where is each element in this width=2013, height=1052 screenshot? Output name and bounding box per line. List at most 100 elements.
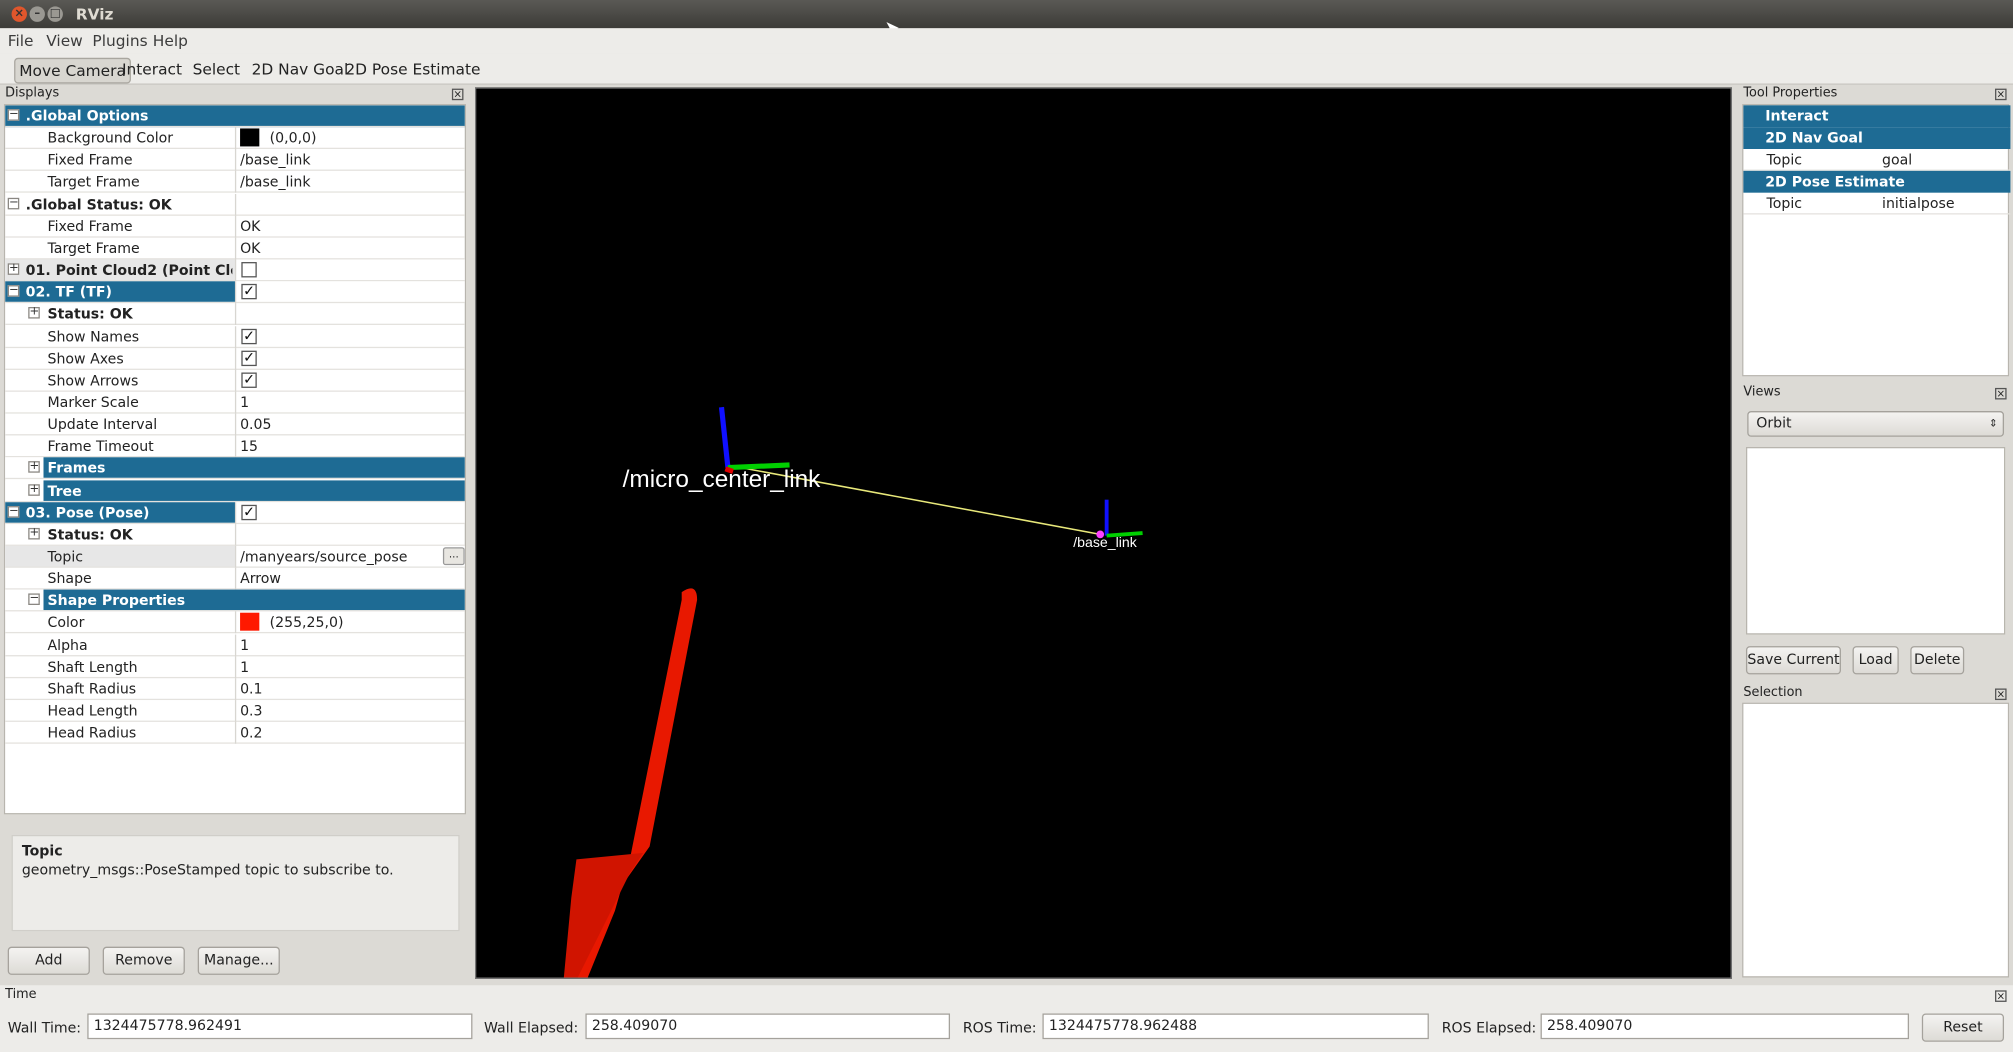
display-row-value[interactable]: 0.1 bbox=[240, 681, 262, 698]
ros-time-field[interactable]: 1324475778.962488 bbox=[1042, 1013, 1429, 1040]
tool-prop-row[interactable]: 2D Nav Goal bbox=[1743, 127, 2011, 150]
expand-icon[interactable]: + bbox=[28, 527, 40, 540]
tool-2d-nav-goal[interactable]: 2D Nav Goal bbox=[248, 58, 352, 84]
minimize-icon[interactable]: – bbox=[29, 6, 45, 22]
displays-close-icon[interactable]: × bbox=[451, 88, 464, 101]
display-row[interactable]: Fixed Frame/base_link bbox=[5, 149, 465, 172]
display-row-value[interactable]: 1 bbox=[240, 659, 249, 676]
display-row[interactable]: Shaft Radius 0.1 bbox=[5, 678, 465, 700]
collapse-icon[interactable]: − bbox=[7, 505, 20, 518]
collapse-icon[interactable]: − bbox=[7, 285, 20, 297]
selection-close-icon[interactable]: × bbox=[1995, 688, 2007, 701]
display-row[interactable]: − .Global Options bbox=[5, 105, 465, 128]
display-row[interactable]: Head Radius 0.2 bbox=[5, 722, 465, 744]
display-row-value[interactable]: 0.3 bbox=[240, 703, 262, 720]
display-row[interactable]: Show Axes ✓ bbox=[5, 347, 465, 370]
display-row-value[interactable]: 0.2 bbox=[240, 725, 262, 742]
delete-view-button[interactable]: Delete bbox=[1910, 646, 1965, 675]
maximize-icon[interactable]: □ bbox=[47, 6, 63, 22]
tool-prop-row[interactable]: Topic initialpose bbox=[1743, 193, 2011, 215]
display-row[interactable]: Background Color (0,0,0) bbox=[5, 127, 465, 150]
expand-icon[interactable]: + bbox=[28, 307, 40, 319]
close-icon[interactable]: × bbox=[11, 6, 27, 22]
display-row-value[interactable]: /base_link bbox=[240, 152, 310, 169]
checkbox[interactable]: ✓ bbox=[241, 284, 257, 300]
manage-displays-button[interactable]: Manage... bbox=[197, 946, 280, 975]
display-row[interactable]: − Shape Properties bbox=[5, 589, 465, 612]
display-row[interactable]: +01. Point Cloud2 (Point Cloud bbox=[5, 259, 465, 282]
display-row-value[interactable]: (255,25,0) bbox=[270, 615, 344, 632]
expand-icon[interactable]: + bbox=[7, 263, 20, 275]
checkbox[interactable]: ✓ bbox=[241, 350, 257, 366]
display-row-value[interactable]: 15 bbox=[240, 438, 258, 455]
display-row[interactable]: Target Frame OK bbox=[5, 237, 465, 260]
display-row[interactable]: + Frames bbox=[5, 457, 465, 480]
display-row[interactable]: + Status: OK bbox=[5, 523, 465, 546]
display-row[interactable]: − .Global Status: OK bbox=[5, 193, 465, 216]
display-row-value[interactable]: (0,0,0) bbox=[270, 130, 317, 147]
display-row-value[interactable]: 1 bbox=[240, 394, 249, 411]
display-row[interactable]: Update Interval 0.05 bbox=[5, 413, 465, 436]
menu-view[interactable]: View bbox=[46, 32, 83, 50]
display-row[interactable]: Frame Timeout 15 bbox=[5, 435, 465, 458]
remove-display-button[interactable]: Remove bbox=[102, 946, 185, 975]
checkbox[interactable]: ✓ bbox=[241, 328, 257, 344]
display-row-value[interactable]: OK bbox=[240, 240, 260, 257]
menu-file[interactable]: File bbox=[8, 32, 34, 50]
views-list[interactable] bbox=[1745, 447, 2006, 635]
menu-plugins[interactable]: Plugins bbox=[92, 32, 147, 50]
tool-prop-row[interactable]: Topic goal bbox=[1743, 149, 2011, 171]
collapse-icon[interactable]: − bbox=[28, 593, 40, 606]
display-row[interactable]: + Tree bbox=[5, 479, 465, 502]
checkbox[interactable] bbox=[241, 262, 257, 278]
display-row[interactable]: + Status: OK bbox=[5, 303, 465, 326]
display-row-value[interactable]: /base_link bbox=[240, 174, 310, 191]
collapse-icon[interactable]: − bbox=[7, 109, 20, 121]
display-row[interactable]: Shape Arrow bbox=[5, 567, 465, 590]
views-close-icon[interactable]: × bbox=[1995, 387, 2007, 400]
display-row-value[interactable]: Arrow bbox=[240, 570, 281, 587]
render-viewport[interactable]: /micro_center_link /base_link bbox=[475, 87, 1732, 979]
ros-elapsed-field[interactable]: 258.409070 bbox=[1540, 1013, 1910, 1040]
display-row[interactable]: Target Frame/base_link bbox=[5, 171, 465, 194]
display-row-value[interactable]: 0.05 bbox=[240, 416, 271, 433]
display-row[interactable]: Fixed Frame OK bbox=[5, 215, 465, 238]
tool-2d-pose-estimate[interactable]: 2D Pose Estimate bbox=[341, 58, 484, 84]
color-swatch[interactable] bbox=[240, 613, 260, 632]
expand-icon[interactable]: + bbox=[28, 461, 40, 474]
menu-help[interactable]: Help bbox=[153, 32, 188, 50]
time-close-icon[interactable]: × bbox=[1995, 990, 2007, 1002]
reset-time-button[interactable]: Reset bbox=[1921, 1013, 2005, 1042]
display-row-value[interactable]: OK bbox=[240, 218, 260, 235]
tool-move-camera[interactable]: Move Camera bbox=[14, 57, 132, 84]
display-row[interactable]: −02. TF (TF) ✓ bbox=[5, 281, 465, 304]
expand-icon[interactable]: + bbox=[28, 483, 40, 496]
display-row-value[interactable]: 1 bbox=[240, 637, 249, 654]
display-row[interactable]: −03. Pose (Pose) ✓ bbox=[5, 501, 465, 524]
wall-time-field[interactable]: 1324475778.962491 bbox=[87, 1013, 473, 1040]
display-row[interactable]: Topic/manyears/source_pose... bbox=[5, 545, 465, 568]
display-row[interactable]: Marker Scale 1 bbox=[5, 391, 465, 414]
display-row[interactable]: Shaft Length 1 bbox=[5, 656, 465, 678]
display-row-value[interactable]: /manyears/source_pose bbox=[240, 548, 407, 565]
save-current-view-button[interactable]: Save Current bbox=[1745, 646, 1841, 675]
display-row[interactable]: Alpha 1 bbox=[5, 634, 465, 656]
tool-select[interactable]: Select bbox=[189, 58, 244, 84]
checkbox[interactable]: ✓ bbox=[241, 504, 257, 520]
display-row[interactable]: Color (255,25,0) bbox=[5, 611, 465, 634]
view-type-select[interactable]: Orbit ⇕ bbox=[1747, 411, 2005, 437]
display-row[interactable]: Show Names ✓ bbox=[5, 325, 465, 348]
display-row[interactable]: Head Length 0.3 bbox=[5, 700, 465, 722]
tool-properties-close-icon[interactable]: × bbox=[1995, 88, 2007, 101]
tool-prop-row[interactable]: Interact bbox=[1743, 105, 2011, 128]
load-view-button[interactable]: Load bbox=[1852, 646, 1899, 675]
tool-prop-row[interactable]: 2D Pose Estimate bbox=[1743, 170, 2011, 193]
checkbox[interactable]: ✓ bbox=[241, 372, 257, 388]
color-swatch[interactable] bbox=[240, 128, 260, 147]
collapse-icon[interactable]: − bbox=[7, 197, 20, 209]
add-display-button[interactable]: Add bbox=[7, 946, 90, 975]
browse-topic-button[interactable]: ... bbox=[442, 547, 465, 566]
tool-interact[interactable]: Interact bbox=[118, 58, 186, 84]
display-row[interactable]: Show Arrows ✓ bbox=[5, 369, 465, 392]
wall-elapsed-field[interactable]: 258.409070 bbox=[585, 1013, 951, 1040]
